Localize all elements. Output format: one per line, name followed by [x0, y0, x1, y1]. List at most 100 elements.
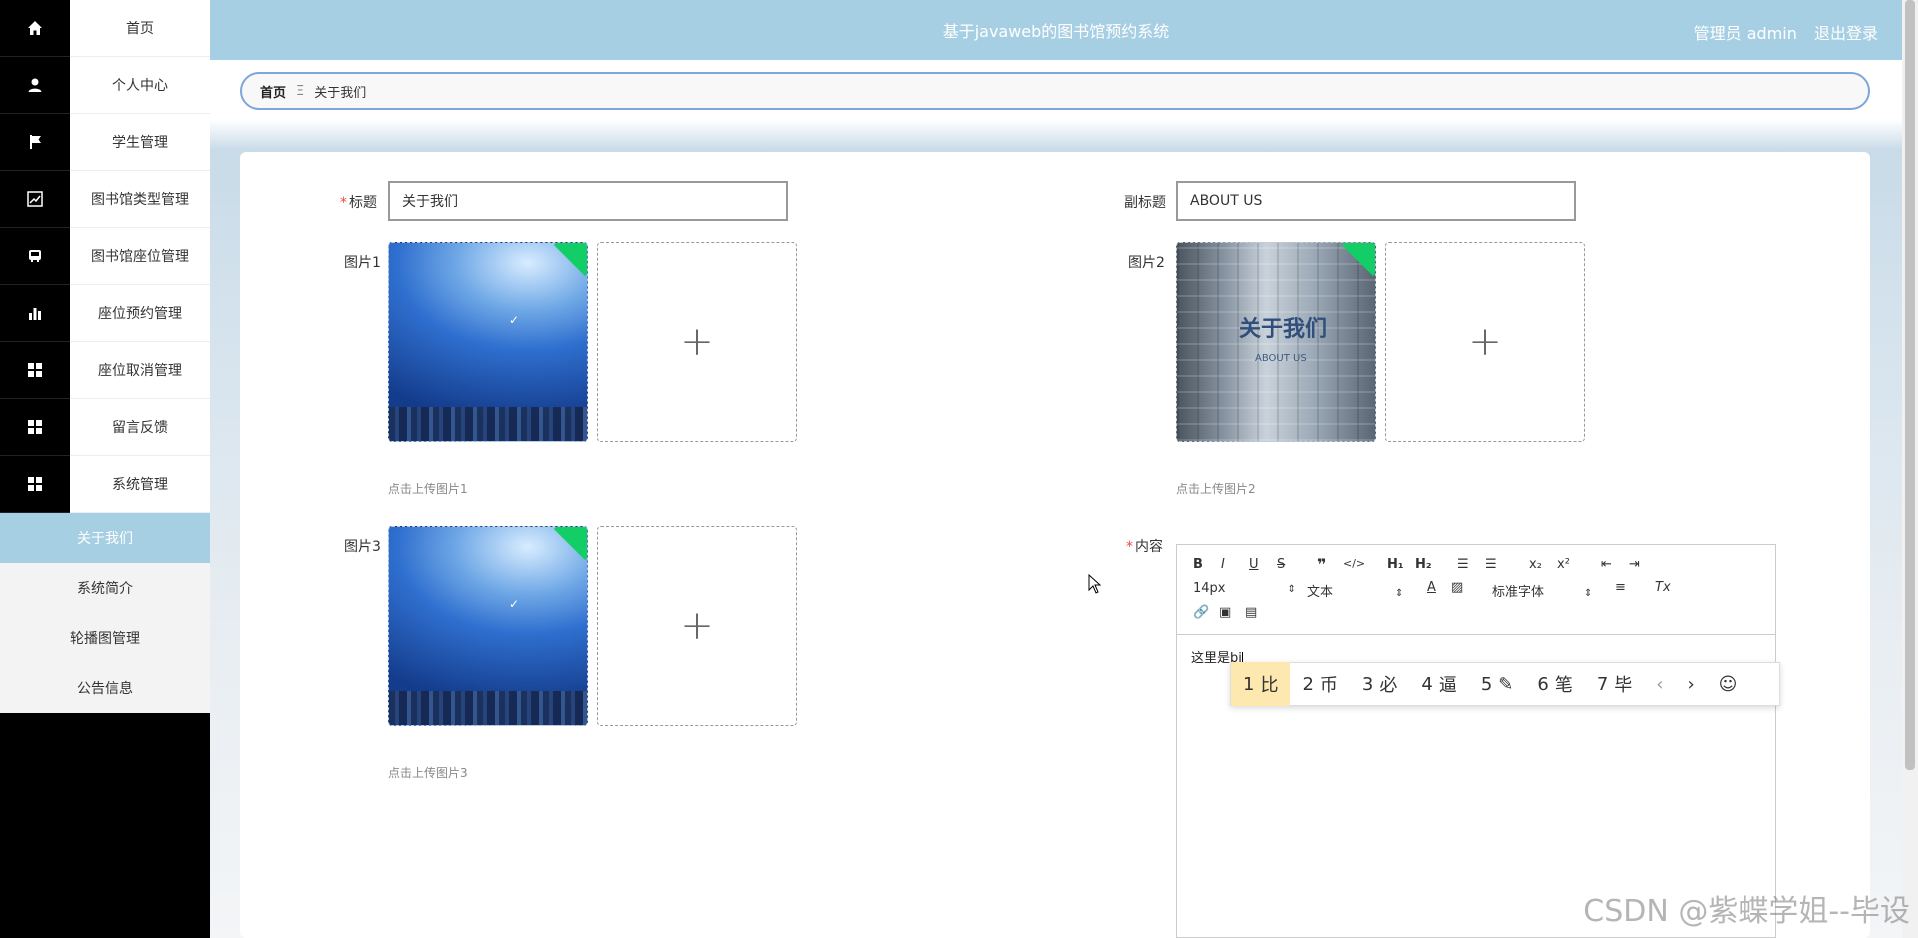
- video-icon[interactable]: ▤: [1245, 605, 1257, 620]
- ime-candidate[interactable]: 7毕: [1585, 662, 1644, 706]
- submenu-item-intro[interactable]: 系统简介: [0, 563, 210, 613]
- ime-candidate[interactable]: 5 ✎: [1469, 662, 1526, 706]
- chart-icon: [0, 171, 70, 228]
- font-size-select[interactable]: 14px ⇕: [1193, 581, 1296, 596]
- ime-emoji-icon[interactable]: ☺: [1707, 674, 1750, 695]
- ime-candidate[interactable]: 4逼: [1409, 662, 1468, 706]
- bus-icon: [0, 228, 70, 285]
- sidebar-item-seats[interactable]: 图书馆座位管理: [0, 228, 210, 285]
- ime-prev-icon[interactable]: ‹: [1644, 674, 1675, 695]
- scrollbar-thumb[interactable]: [1905, 0, 1915, 770]
- flag-icon: [0, 114, 70, 171]
- link-icon[interactable]: 🔗: [1193, 605, 1209, 620]
- watermark: CSDN @紫蝶学姐--毕设: [1583, 894, 1910, 929]
- submenu-item-notices[interactable]: 公告信息: [0, 663, 210, 713]
- user-name: 管理员 admin: [1693, 24, 1797, 43]
- pic2-caption: 关于我们: [1239, 317, 1328, 342]
- ime-candidate[interactable]: 1比: [1231, 662, 1291, 706]
- sidebar-item-label: 图书馆座位管理: [70, 228, 210, 285]
- pic2-label: 图片2: [1128, 255, 1165, 271]
- sidebar-item-label: 学生管理: [70, 114, 210, 171]
- align-icon[interactable]: ≡: [1615, 580, 1626, 595]
- sidebar-item-label: 系统管理: [70, 456, 210, 513]
- pic3-upload-button[interactable]: +: [597, 526, 797, 726]
- clear-format-icon[interactable]: Tx: [1655, 580, 1671, 595]
- pic1-upload-button[interactable]: +: [597, 242, 797, 442]
- sidebar-item-label: 留言反馈: [70, 399, 210, 456]
- italic-icon[interactable]: I: [1221, 557, 1225, 572]
- ime-candidate[interactable]: 3必: [1350, 662, 1409, 706]
- subscript-icon[interactable]: x₂: [1529, 557, 1542, 572]
- pic2-upload-button[interactable]: +: [1385, 242, 1585, 442]
- pic2-caption-en: ABOUT US: [1255, 353, 1307, 364]
- underline-icon[interactable]: U: [1249, 557, 1259, 572]
- ordered-list-icon[interactable]: ☰: [1457, 557, 1469, 572]
- bullet-list-icon[interactable]: ☰: [1485, 557, 1497, 572]
- indent-icon[interactable]: ⇥: [1629, 557, 1640, 572]
- sidebar-item-students[interactable]: 学生管理: [0, 114, 210, 171]
- grid-icon: [0, 399, 70, 456]
- pic2-preview[interactable]: 关于我们 ABOUT US: [1176, 242, 1376, 442]
- quote-icon[interactable]: ❞: [1317, 555, 1326, 574]
- bar-chart-icon: [0, 285, 70, 342]
- sidebar-item-cancellations[interactable]: 座位取消管理: [0, 342, 210, 399]
- plus-icon: +: [1468, 319, 1502, 365]
- outdent-icon[interactable]: ⇤: [1601, 557, 1612, 572]
- sidebar-item-label: 首页: [70, 0, 210, 57]
- plus-icon: +: [680, 603, 714, 649]
- strike-icon[interactable]: S: [1277, 557, 1285, 572]
- user-area: 管理员 admin 退出登录: [1682, 20, 1878, 44]
- background-color-icon[interactable]: ▨: [1451, 580, 1463, 595]
- subtitle-label: 副标题: [1124, 195, 1166, 211]
- page-title: 基于javaweb的图书馆预约系统: [942, 22, 1170, 41]
- vertical-scrollbar[interactable]: [1902, 0, 1918, 938]
- sidebar-item-home[interactable]: 首页: [0, 0, 210, 57]
- grid-icon: [0, 342, 70, 399]
- home-icon: [0, 0, 70, 57]
- breadcrumb: 首页 Ξ 关于我们: [240, 72, 1870, 110]
- ime-candidate[interactable]: 2币: [1290, 662, 1349, 706]
- ime-candidate[interactable]: 6笔: [1525, 662, 1584, 706]
- ime-next-icon[interactable]: ›: [1675, 674, 1706, 695]
- pic2-hint: 点击上传图片2: [1176, 482, 1256, 496]
- sidebar-item-reservations[interactable]: 座位预约管理: [0, 285, 210, 342]
- rich-text-editor[interactable]: B I U S ❞ </> H₁ H₂ ☰ ☰ x₂ x² ⇤ ⇥ 14px ⇕ …: [1176, 544, 1776, 938]
- code-icon[interactable]: </>: [1343, 557, 1365, 570]
- h1-icon[interactable]: H₁: [1387, 557, 1404, 572]
- sidebar: 首页 个人中心 学生管理 图书馆类型管理 图书馆座位管理 座位预约管理 座位取消…: [0, 0, 210, 938]
- ime-candidate-bar: 1比 2币 3必 4逼 5 ✎ 6笔 7毕 ‹ › ☺: [1230, 662, 1780, 706]
- logout-link[interactable]: 退出登录: [1814, 24, 1878, 43]
- sidebar-item-profile[interactable]: 个人中心: [0, 57, 210, 114]
- title-input[interactable]: [388, 181, 788, 221]
- subtitle-input[interactable]: [1176, 181, 1576, 221]
- sidebar-item-label: 个人中心: [70, 57, 210, 114]
- top-header: 基于javaweb的图书馆预约系统 管理员 admin 退出登录: [210, 0, 1902, 60]
- h2-icon[interactable]: H₂: [1415, 557, 1432, 572]
- text-type-select[interactable]: 文本 ⇕: [1307, 581, 1403, 600]
- check-icon: ✓: [509, 313, 520, 327]
- mouse-cursor-icon: [1088, 574, 1102, 594]
- sidebar-item-feedback[interactable]: 留言反馈: [0, 399, 210, 456]
- form-card: *标题 副标题 图片1 ✓ + 点击上传图片1 图片2 关于我们 ABOUT U…: [240, 152, 1870, 938]
- plus-icon: +: [680, 319, 714, 365]
- sidebar-item-label: 图书馆类型管理: [70, 171, 210, 228]
- submenu-item-about[interactable]: 关于我们: [0, 513, 210, 563]
- pic3-hint: 点击上传图片3: [388, 766, 468, 780]
- grid-icon: [0, 456, 70, 513]
- submenu-item-carousel[interactable]: 轮播图管理: [0, 613, 210, 663]
- bold-icon[interactable]: B: [1193, 557, 1203, 572]
- font-color-icon[interactable]: A: [1427, 580, 1436, 595]
- breadcrumb-home[interactable]: 首页: [260, 82, 286, 101]
- user-icon: [0, 57, 70, 114]
- system-submenu: 关于我们 系统简介 轮播图管理 公告信息: [0, 513, 210, 713]
- pic3-preview[interactable]: ✓: [388, 526, 588, 726]
- sidebar-item-library-types[interactable]: 图书馆类型管理: [0, 171, 210, 228]
- sidebar-item-system[interactable]: 系统管理: [0, 456, 210, 513]
- title-label: * 标题: [340, 195, 377, 211]
- superscript-icon[interactable]: x²: [1557, 557, 1570, 572]
- image-icon[interactable]: ▣: [1219, 605, 1231, 620]
- font-family-select[interactable]: 标准字体 ⇕: [1492, 581, 1592, 600]
- pic1-preview[interactable]: ✓: [388, 242, 588, 442]
- content-label: * 内容: [1126, 539, 1163, 555]
- sidebar-item-label: 座位预约管理: [70, 285, 210, 342]
